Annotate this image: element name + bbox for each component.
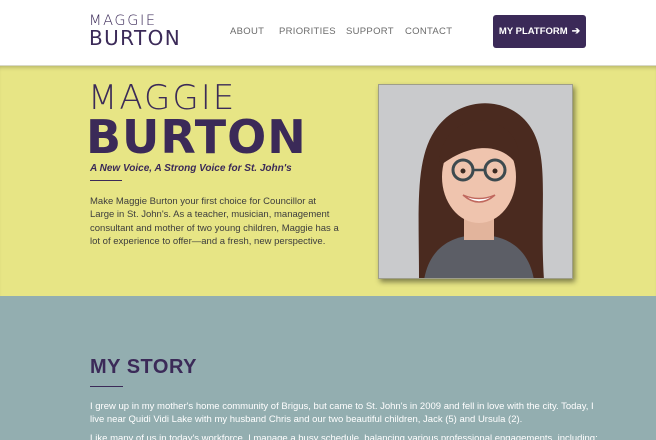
my-story-heading: MY STORY: [90, 356, 197, 378]
nav-about[interactable]: ABOUT: [230, 26, 264, 37]
my-platform-button[interactable]: MY PLATFORM ➔: [493, 15, 586, 48]
hero-last-name: BURTON: [86, 110, 307, 164]
nav-support[interactable]: SUPPORT: [346, 26, 394, 37]
tagline-divider: [90, 180, 122, 181]
story-paragraph-2: Like many of us in today's workforce, I …: [90, 433, 598, 440]
arrow-right-icon: ➔: [571, 26, 581, 37]
nav-priorities[interactable]: PRIORITIES: [279, 26, 336, 37]
candidate-portrait: [378, 84, 573, 279]
my-story-section: MY STORY I grew up in my mother's home c…: [0, 296, 656, 440]
site-header: MAGGIE BURTON ABOUT PRIORITIES SUPPORT C…: [0, 0, 656, 66]
story-paragraph-1: I grew up in my mother's home community …: [90, 401, 594, 426]
nav-contact[interactable]: CONTACT: [405, 26, 452, 37]
story-divider: [90, 386, 123, 387]
portrait-illustration: [379, 85, 572, 278]
hero-section: MAGGIE BURTON A New Voice, A Strong Voic…: [0, 66, 656, 296]
hero-intro-text: Make Maggie Burton your first choice for…: [90, 196, 339, 248]
hero-tagline: A New Voice, A Strong Voice for St. John…: [90, 163, 292, 174]
my-platform-label: MY PLATFORM: [498, 26, 568, 37]
